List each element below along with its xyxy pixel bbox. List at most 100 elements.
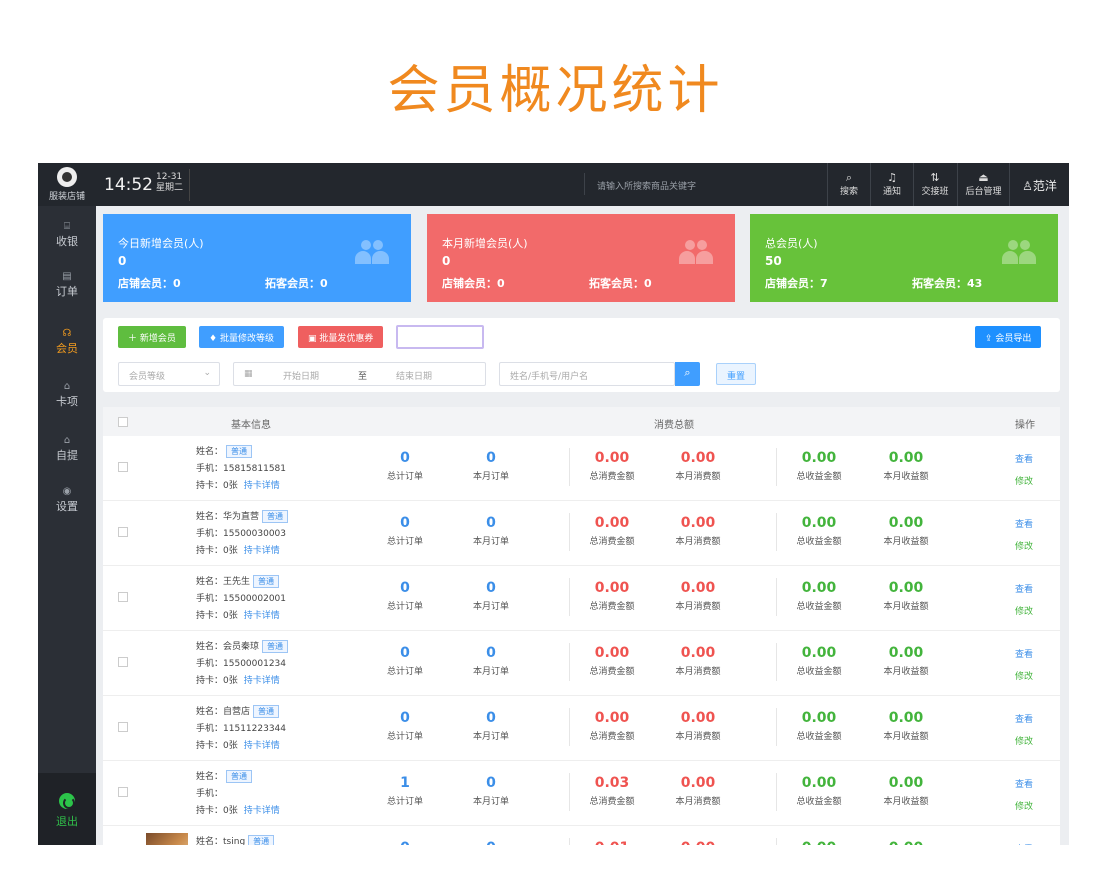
stat-label: 本月收益额 bbox=[883, 667, 929, 677]
stat-value: 0.03 bbox=[594, 775, 630, 791]
row-checkbox[interactable] bbox=[118, 527, 128, 537]
view-link[interactable]: 查看 bbox=[1015, 579, 1033, 601]
divider bbox=[776, 448, 777, 486]
card-label: 持卡： bbox=[196, 481, 224, 491]
stat-label: 本月消费额 bbox=[675, 602, 721, 612]
phone-label: 手机： bbox=[196, 724, 224, 734]
select-all-checkbox[interactable] bbox=[118, 417, 128, 427]
coupon-icon: ▣ bbox=[308, 334, 320, 344]
export-label: 会员导出 bbox=[995, 334, 1032, 344]
row-checkbox[interactable] bbox=[118, 722, 128, 732]
edit-link[interactable]: 修改 bbox=[1015, 471, 1033, 493]
name-label: 姓名： bbox=[196, 512, 224, 522]
batch-level-button[interactable]: ♦ 批量修改等级 bbox=[199, 326, 284, 348]
reset-button[interactable]: 重置 bbox=[716, 363, 757, 385]
row-checkbox[interactable] bbox=[118, 787, 128, 797]
stat-cell: 0.00本月消费额 bbox=[663, 840, 733, 845]
sidebar-item[interactable]: ⌂ 卡项 bbox=[38, 381, 96, 409]
stat-cell: 0.00 总收益金额 bbox=[784, 580, 854, 612]
row-checkbox[interactable] bbox=[118, 592, 128, 602]
divider bbox=[189, 169, 190, 201]
card-detail-link[interactable]: 持卡详情 bbox=[244, 611, 280, 621]
view-link[interactable]: 查看 bbox=[1015, 514, 1033, 536]
edit-link[interactable]: 修改 bbox=[1015, 731, 1033, 753]
row-actions: 查看修改 bbox=[1015, 774, 1033, 818]
stat-cell: 0.00本月消费额 bbox=[663, 580, 733, 612]
start-date-field[interactable]: 开始日期 bbox=[283, 369, 319, 382]
card-store-members: 店铺会员：7 bbox=[765, 277, 828, 290]
sidebar-item-label: 会员 bbox=[56, 342, 78, 355]
stat-cell: 0 总计订单 bbox=[370, 515, 440, 547]
export-button[interactable]: ⇪ 会员导出 bbox=[975, 326, 1042, 348]
stat-label: 总计订单 bbox=[386, 797, 423, 807]
stat-label: 总计订单 bbox=[386, 472, 423, 482]
view-link[interactable]: 查看 bbox=[1015, 449, 1033, 471]
batch-coupon-button[interactable]: ▣ 批量发优惠券 bbox=[298, 326, 384, 348]
edit-link[interactable]: 修改 bbox=[1015, 796, 1033, 818]
header-spend: 消费总额 bbox=[654, 420, 694, 431]
store-logo[interactable]: 服装店铺 bbox=[38, 163, 96, 206]
topbar-button-label: 后台管理 bbox=[965, 187, 1002, 197]
card-label: 持卡： bbox=[196, 546, 224, 556]
divider bbox=[776, 773, 777, 811]
sidebar-item[interactable]: ⌂ 自提 bbox=[38, 435, 96, 463]
view-link[interactable]: 查看 bbox=[1015, 774, 1033, 796]
stat-label: 总收益金额 bbox=[796, 602, 842, 612]
view-link[interactable]: 查看 bbox=[1015, 839, 1033, 845]
member-avatar bbox=[146, 833, 188, 845]
card-detail-link[interactable]: 持卡详情 bbox=[244, 546, 280, 556]
sidebar-item[interactable]: ◉ 设置 bbox=[38, 486, 96, 514]
stat-value: 0 bbox=[486, 710, 496, 726]
topbar-button[interactable]: ⌕ 搜索 bbox=[827, 163, 870, 206]
edit-link[interactable]: 修改 bbox=[1015, 536, 1033, 558]
card-detail-link[interactable]: 持卡详情 bbox=[244, 481, 280, 491]
card-detail-link[interactable]: 持卡详情 bbox=[244, 676, 280, 686]
divider bbox=[569, 773, 570, 811]
user-menu[interactable]: ♙范洋 bbox=[1009, 163, 1069, 206]
exit-button[interactable]: 退出 bbox=[38, 773, 96, 845]
stat-card[interactable]: 总会员(人) 50 店铺会员：7 拓客会员：43 bbox=[750, 214, 1058, 302]
card-detail-link[interactable]: 持卡详情 bbox=[244, 806, 280, 816]
member-phone: 15815811581 bbox=[223, 464, 287, 474]
member-search-input[interactable]: 姓名/手机号/用户名 bbox=[499, 362, 675, 386]
table-row: 姓名： 普通 手机： 持卡：0张 持卡详情 1 总计订单 0 本月订单 0.03 总消费金额 0… bbox=[103, 761, 1060, 826]
sidebar-item[interactable]: ▤ 订单 bbox=[38, 271, 96, 299]
stat-label: 总消费金额 bbox=[589, 472, 635, 482]
view-link[interactable]: 查看 bbox=[1015, 644, 1033, 666]
row-checkbox[interactable] bbox=[118, 657, 128, 667]
card-detail-link[interactable]: 持卡详情 bbox=[244, 741, 280, 751]
member-phone: 15500002001 bbox=[223, 594, 287, 604]
date-range-input[interactable]: ▦ 开始日期 至 结束日期 bbox=[233, 362, 486, 386]
edit-link[interactable]: 修改 bbox=[1015, 666, 1033, 688]
stat-card[interactable]: 今日新增会员(人) 0 店铺会员：0 拓客会员：0 bbox=[103, 214, 411, 302]
sidebar-item-label: 设置 bbox=[56, 500, 78, 513]
topbar-button[interactable]: ⏏ 后台管理 bbox=[957, 163, 1009, 206]
divider bbox=[776, 838, 777, 845]
stat-label: 本月消费额 bbox=[675, 732, 721, 742]
level-select[interactable]: 会员等级 ⌄ bbox=[118, 362, 220, 386]
blank-input[interactable] bbox=[396, 325, 484, 349]
row-checkbox[interactable] bbox=[118, 462, 128, 472]
add-member-button[interactable]: ＋ 新增会员 bbox=[118, 326, 186, 348]
topbar-button[interactable]: ♫ 通知 bbox=[870, 163, 913, 206]
stat-value: 0 bbox=[400, 710, 410, 726]
stat-label: 本月订单 bbox=[472, 472, 509, 482]
stat-cell: 1 总计订单 bbox=[370, 775, 440, 807]
topbar-button[interactable]: ⇅ 交接班 bbox=[913, 163, 956, 206]
stat-cell: 0本月订单 bbox=[456, 515, 526, 547]
backend-icon: ⏏ bbox=[978, 171, 989, 184]
product-search-input[interactable]: 请输入所搜索商品关键字 bbox=[584, 173, 824, 195]
member-info: 姓名：王先生 普通 手机：15500002001 持卡：0张 持卡详情 bbox=[196, 574, 286, 625]
card-count: 0张 bbox=[223, 676, 238, 686]
stat-card[interactable]: 本月新增会员(人) 0 店铺会员：0 拓客会员：0 bbox=[427, 214, 735, 302]
end-date-field[interactable]: 结束日期 bbox=[396, 369, 432, 382]
clock: 14:52 bbox=[104, 175, 153, 195]
sidebar-item[interactable]: ☊ 会员 bbox=[38, 328, 96, 356]
sidebar-item[interactable]: ⌸ 收银 bbox=[38, 221, 96, 249]
stat-cell: 0本月订单 bbox=[456, 840, 526, 845]
edit-link[interactable]: 修改 bbox=[1015, 601, 1033, 623]
view-link[interactable]: 查看 bbox=[1015, 709, 1033, 731]
name-label: 姓名： bbox=[196, 577, 224, 587]
search-icon[interactable]: ⌕ bbox=[675, 362, 700, 386]
stat-label: 总计订单 bbox=[386, 602, 423, 612]
